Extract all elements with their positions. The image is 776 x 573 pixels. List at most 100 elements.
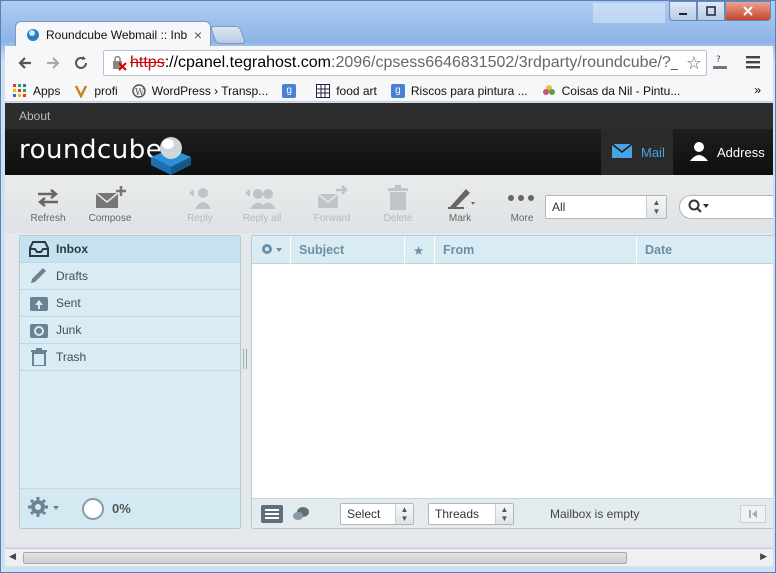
insecure-lock-icon [110, 55, 130, 71]
window-controls [669, 1, 771, 21]
refresh-arrows-icon [19, 183, 77, 213]
browser-tab-roundcube[interactable]: Roundcube Webmail :: Inb × [15, 21, 211, 47]
bookmark-apps[interactable]: Apps [13, 83, 60, 98]
inbox-tray-icon [28, 240, 50, 258]
folder-inbox[interactable]: Inbox [20, 236, 240, 263]
flower-favicon-icon [542, 84, 556, 98]
select-menu-button[interactable]: Select ▲ ▼ [340, 503, 414, 525]
bookmark-coisas-da-nil[interactable]: Coisas da Nil - Pintu... [542, 84, 680, 98]
trash-icon [28, 348, 50, 366]
column-from[interactable]: From [434, 236, 636, 264]
svg-text:?: ? [716, 55, 721, 65]
tab-strip: Roundcube Webmail :: Inb × [1, 1, 776, 47]
new-tab-button[interactable] [209, 26, 247, 44]
profi-favicon-icon [74, 84, 88, 98]
tab-close-icon[interactable]: × [194, 27, 202, 43]
bookmark-star-icon[interactable]: ☆ [686, 53, 702, 74]
maximize-icon[interactable] [697, 1, 725, 21]
google-favicon-icon: g [390, 83, 405, 98]
flag-star-icon: ★ [413, 243, 425, 258]
threads-menu-button[interactable]: Threads ▲ ▼ [428, 503, 514, 525]
address-bar[interactable]: https://cpanel.tegrahost.com:2096/cpsess… [103, 50, 707, 76]
threads-view-icon[interactable] [292, 506, 310, 525]
nav-addressbook[interactable]: Address [685, 129, 773, 175]
bookmark-food-art[interactable]: food art [316, 83, 377, 98]
mark-button[interactable]: Mark [431, 183, 489, 224]
select-spinner-icon: ▲ ▼ [395, 504, 413, 524]
mailbox-status: Mailbox is empty [550, 507, 640, 521]
list-options-button[interactable] [252, 236, 290, 264]
column-date[interactable]: Date [636, 236, 773, 264]
browser-window: Roundcube Webmail :: Inb × https://cpane… [0, 0, 776, 573]
trash-icon [369, 183, 427, 213]
more-button[interactable]: More [493, 183, 551, 224]
junk-recycle-icon [28, 321, 50, 339]
folder-settings-gear-icon[interactable] [28, 496, 62, 521]
compose-envelope-icon [81, 183, 139, 213]
reply-button[interactable]: Reply [171, 183, 229, 224]
forward-envelope-icon [303, 183, 361, 213]
more-dots-icon [493, 183, 551, 213]
scrollbar-thumb[interactable] [23, 552, 627, 564]
bookmark-profi[interactable]: profi [74, 84, 118, 98]
wordpress-icon: W [131, 83, 146, 98]
pencil-icon [28, 267, 50, 285]
tab-title: Roundcube Webmail :: Inb [46, 27, 188, 42]
list-view-icon[interactable] [260, 504, 284, 527]
scroll-right-icon[interactable]: ▶ [760, 551, 767, 562]
folder-junk[interactable]: Junk [20, 317, 240, 344]
bookmark-wordpress[interactable]: W WordPress › Transp... [131, 83, 268, 98]
window-close-icon[interactable] [725, 1, 771, 21]
message-list-header: Subject ★ From Date [252, 236, 773, 264]
bookmark-riscos[interactable]: g Riscos para pintura ... [390, 83, 528, 98]
search-icon [688, 199, 710, 216]
message-list: Subject ★ From Date Select ▲ ▼ Threads ▲… [251, 235, 773, 529]
delete-button[interactable]: Delete [369, 183, 427, 224]
roundcube-logo[interactable]: roundcube [19, 135, 162, 165]
quick-search-input[interactable] [679, 195, 773, 219]
scroll-left-icon[interactable]: ◀ [9, 551, 16, 562]
quota-indicator: 0% [82, 497, 131, 520]
column-flag[interactable]: ★ [404, 236, 434, 264]
back-icon[interactable] [11, 49, 39, 77]
folder-trash[interactable]: Trash [20, 344, 240, 371]
quota-pie-icon [82, 497, 104, 520]
roundcube-logo-cube-icon [151, 137, 191, 175]
minimize-icon[interactable] [669, 1, 697, 21]
title-bar-area [593, 3, 665, 23]
folder-list-footer: 0% [20, 488, 240, 528]
reload-icon[interactable] [67, 49, 95, 77]
mail-filter-select[interactable]: All ▲ ▼ [545, 195, 667, 219]
reply-icon [171, 183, 229, 213]
compose-button[interactable]: Compose [81, 183, 139, 224]
folder-sent[interactable]: Sent [20, 290, 240, 317]
bookmarks-bar: Apps profi W WordPress › Transp... g foo… [5, 80, 773, 102]
reply-all-icon [233, 183, 291, 213]
url-text: https://cpanel.tegrahost.com:2096/cpsess… [130, 54, 678, 71]
list-options-gear-icon [260, 242, 284, 259]
mail-envelope-icon [611, 142, 633, 162]
menu-icon[interactable] [745, 54, 761, 75]
google-favicon-icon: g [282, 83, 297, 98]
horizontal-scrollbar[interactable]: ◀ ▶ [5, 548, 773, 566]
roundcube-app: About roundcube Mail Address Refresh Com… [5, 103, 773, 547]
forward-icon[interactable] [39, 49, 67, 77]
extension-icon[interactable]: ? [711, 54, 729, 77]
user-icon [689, 141, 709, 164]
nav-mail[interactable]: Mail [601, 129, 673, 175]
mail-toolbar: Refresh Compose Reply Reply all Forward … [5, 175, 773, 233]
roundcube-favicon-icon [27, 28, 39, 41]
select-spinner-icon: ▲ ▼ [646, 196, 666, 218]
reply-all-button[interactable]: Reply all [233, 183, 291, 224]
about-link[interactable]: About [19, 109, 50, 123]
grid-favicon-icon [316, 83, 331, 98]
refresh-button[interactable]: Refresh [19, 183, 77, 224]
first-page-icon[interactable] [740, 505, 766, 523]
folder-drafts[interactable]: Drafts [20, 263, 240, 290]
pane-splitter[interactable] [243, 349, 247, 369]
column-subject[interactable]: Subject [290, 236, 404, 264]
app-header: roundcube Mail Address [5, 129, 773, 175]
forward-button[interactable]: Forward [303, 183, 361, 224]
bookmark-google[interactable]: g [282, 83, 302, 98]
bookmarks-overflow-button[interactable]: » [754, 83, 761, 97]
